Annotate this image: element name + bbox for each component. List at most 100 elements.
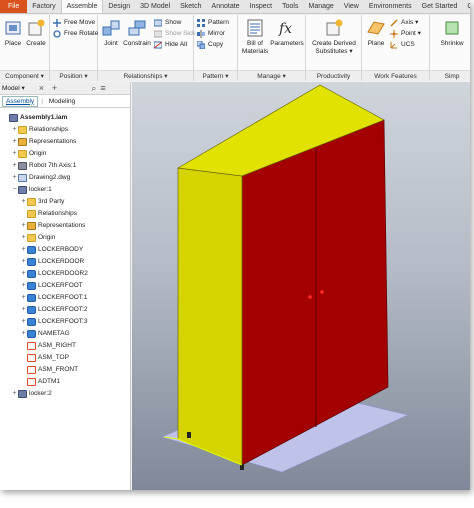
ribbon-tab-design[interactable]: Design — [103, 0, 135, 13]
expand-toggle-icon[interactable]: + — [11, 124, 18, 136]
browser-node[interactable]: + LOCKERDOOR2 — [20, 268, 88, 280]
browser-menu-icon[interactable]: ≡ — [100, 83, 105, 93]
robot-icon — [18, 162, 27, 170]
expand-toggle-icon[interactable]: + — [11, 148, 18, 160]
ucs-button[interactable]: UCS — [390, 40, 415, 50]
component-panel-title[interactable]: Component ▾ — [0, 70, 49, 81]
browser-node[interactable]: ASM_FRONT — [20, 364, 78, 376]
ribbon-tab-tools[interactable]: Tools — [277, 0, 303, 13]
browser-close-icon[interactable]: × — [39, 83, 44, 93]
browser-node[interactable]: + LOCKERFOOT — [20, 280, 83, 292]
browser-tab-modeling[interactable]: Modeling — [46, 97, 78, 106]
constrain-button[interactable]: Constrain — [122, 18, 152, 48]
browser-node[interactable]: ADTM1 — [20, 376, 60, 388]
ribbon-tab-sketch[interactable]: Sketch — [175, 0, 206, 13]
expand-toggle-icon[interactable]: + — [20, 304, 27, 316]
pattern-panel-title[interactable]: Pattern ▾ — [194, 70, 237, 81]
expand-toggle-icon[interactable]: + — [20, 280, 27, 292]
ribbon-tab-3d-model[interactable]: 3D Model — [135, 0, 175, 13]
browser-model-dropdown[interactable]: Model ▾ — [2, 84, 25, 92]
expand-toggle-icon[interactable]: − — [11, 184, 18, 196]
ribbon-tab-view[interactable]: View — [339, 0, 364, 13]
browser-node[interactable]: + Origin — [11, 148, 46, 160]
work-features-panel: Plane Axis ▾ Point ▾ UCS Work Features — [362, 15, 430, 81]
browser-search-icon[interactable]: ⌕ — [91, 83, 96, 94]
browser-node[interactable]: + LOCKERBODY — [20, 244, 83, 256]
position-panel-title[interactable]: Position ▾ — [50, 70, 97, 81]
part-icon — [27, 282, 36, 290]
browser-node[interactable]: + LOCKERFOOT:3 — [20, 316, 87, 328]
joint-button[interactable]: Joint — [100, 18, 122, 48]
pattern-button[interactable]: Pattern — [197, 18, 229, 28]
browser-add-icon[interactable]: + — [52, 83, 57, 93]
ribbon-tab-manage[interactable]: Manage — [303, 0, 338, 13]
browser-node[interactable]: ASM_RIGHT — [20, 340, 76, 352]
browser-node[interactable]: + Drawing2.dwg — [11, 172, 70, 184]
create-derived-substitutes-button[interactable]: Create Derived Substitutes ▾ — [308, 18, 360, 56]
point-button[interactable]: Point ▾ — [390, 29, 421, 39]
expand-toggle-icon[interactable]: + — [11, 388, 18, 400]
free-move-button[interactable]: Free Move — [53, 18, 95, 28]
create-component-button[interactable]: Create — [25, 18, 47, 48]
ribbon-tab-collab[interactable]: Collab — [462, 0, 470, 13]
parameters-button[interactable]: fx Parameters — [270, 18, 304, 48]
browser-node[interactable]: + Relationships — [11, 124, 68, 136]
expand-toggle-icon[interactable]: + — [20, 232, 27, 244]
browser-node[interactable]: − locker:1 — [11, 184, 52, 196]
browser-node[interactable]: + locker:2 — [11, 388, 52, 400]
browser-node-label: ADTM1 — [38, 378, 61, 385]
cabinet-3d-model[interactable] — [132, 82, 470, 490]
browser-node-label: ASM_TOP — [38, 354, 69, 361]
expand-toggle-icon[interactable]: + — [11, 136, 18, 148]
plane-button[interactable]: Plane — [364, 18, 388, 48]
expand-toggle-icon[interactable]: + — [11, 172, 18, 184]
ribbon-tab-get-started[interactable]: Get Started — [417, 0, 463, 13]
browser-tab-assembly[interactable]: Assembly — [2, 95, 39, 107]
ribbon-tab-annotate[interactable]: Annotate — [207, 0, 245, 13]
browser-node[interactable]: + LOCKERFOOT:2 — [20, 304, 87, 316]
axis-button[interactable]: Axis ▾ — [390, 18, 418, 28]
ribbon-tab-environments[interactable]: Environments — [364, 0, 417, 13]
expand-toggle-icon[interactable]: + — [20, 196, 27, 208]
ribbon-tab-assemble[interactable]: Assemble — [60, 0, 104, 13]
manage-panel-title[interactable]: Manage ▾ — [238, 70, 305, 81]
ribbon-tab-file[interactable]: File — [0, 0, 28, 13]
browser-node[interactable]: + Robot 7th Axis:1 — [11, 160, 76, 172]
expand-toggle-icon[interactable]: + — [11, 160, 18, 172]
browser-node-label: NAMETAG — [38, 330, 70, 337]
browser-node-label: Representations — [29, 138, 77, 145]
model-browser: Model ▾ × + ⌕ ≡ Assembly | Modeling Asse… — [0, 82, 131, 490]
relationships-panel-title[interactable]: Relationships ▾ — [98, 70, 193, 81]
ribbon-tab-factory[interactable]: Factory — [27, 0, 60, 13]
expand-toggle-icon[interactable]: + — [20, 316, 27, 328]
expand-toggle-icon[interactable]: + — [20, 292, 27, 304]
browser-node[interactable]: + LOCKERDOOR — [20, 256, 84, 268]
expand-toggle-icon[interactable]: + — [20, 268, 27, 280]
browser-node[interactable]: + Origin — [20, 232, 55, 244]
bill-of-materials-button[interactable]: Bill of Materials — [240, 18, 270, 56]
expand-toggle-icon[interactable]: + — [20, 328, 27, 340]
mirror-button[interactable]: Mirror — [197, 29, 225, 39]
free-rotate-button[interactable]: Free Rotate — [53, 29, 98, 39]
hide-all-button[interactable]: Hide All — [153, 40, 187, 50]
browser-node[interactable]: +3rd Party — [20, 196, 64, 208]
graphics-viewport[interactable] — [132, 82, 470, 490]
browser-node[interactable]: + Representations — [20, 220, 85, 232]
expand-toggle-icon[interactable]: + — [20, 220, 27, 232]
place-button[interactable]: Place — [2, 18, 24, 48]
shrinkwrap-button[interactable]: Shrinkw — [432, 18, 470, 48]
folder-icon — [18, 126, 27, 134]
show-sick-button[interactable]: Show Sick — [153, 29, 195, 39]
browser-node[interactable]: + Representations — [11, 136, 76, 148]
part-icon — [27, 330, 36, 338]
browser-node[interactable]: Relationships — [20, 208, 77, 220]
browser-node[interactable]: + LOCKERFOOT:1 — [20, 292, 87, 304]
browser-node[interactable]: ASM_TOP — [20, 352, 69, 364]
copy-button[interactable]: Copy — [196, 40, 223, 50]
show-button[interactable]: Show — [153, 18, 181, 28]
ribbon-tab-inspect[interactable]: Inspect — [245, 0, 278, 13]
expand-toggle-icon[interactable]: + — [20, 244, 27, 256]
expand-toggle-icon[interactable]: + — [20, 256, 27, 268]
browser-node[interactable]: + NAMETAG — [20, 328, 70, 340]
browser-node[interactable]: Assembly1.iam — [2, 112, 67, 124]
